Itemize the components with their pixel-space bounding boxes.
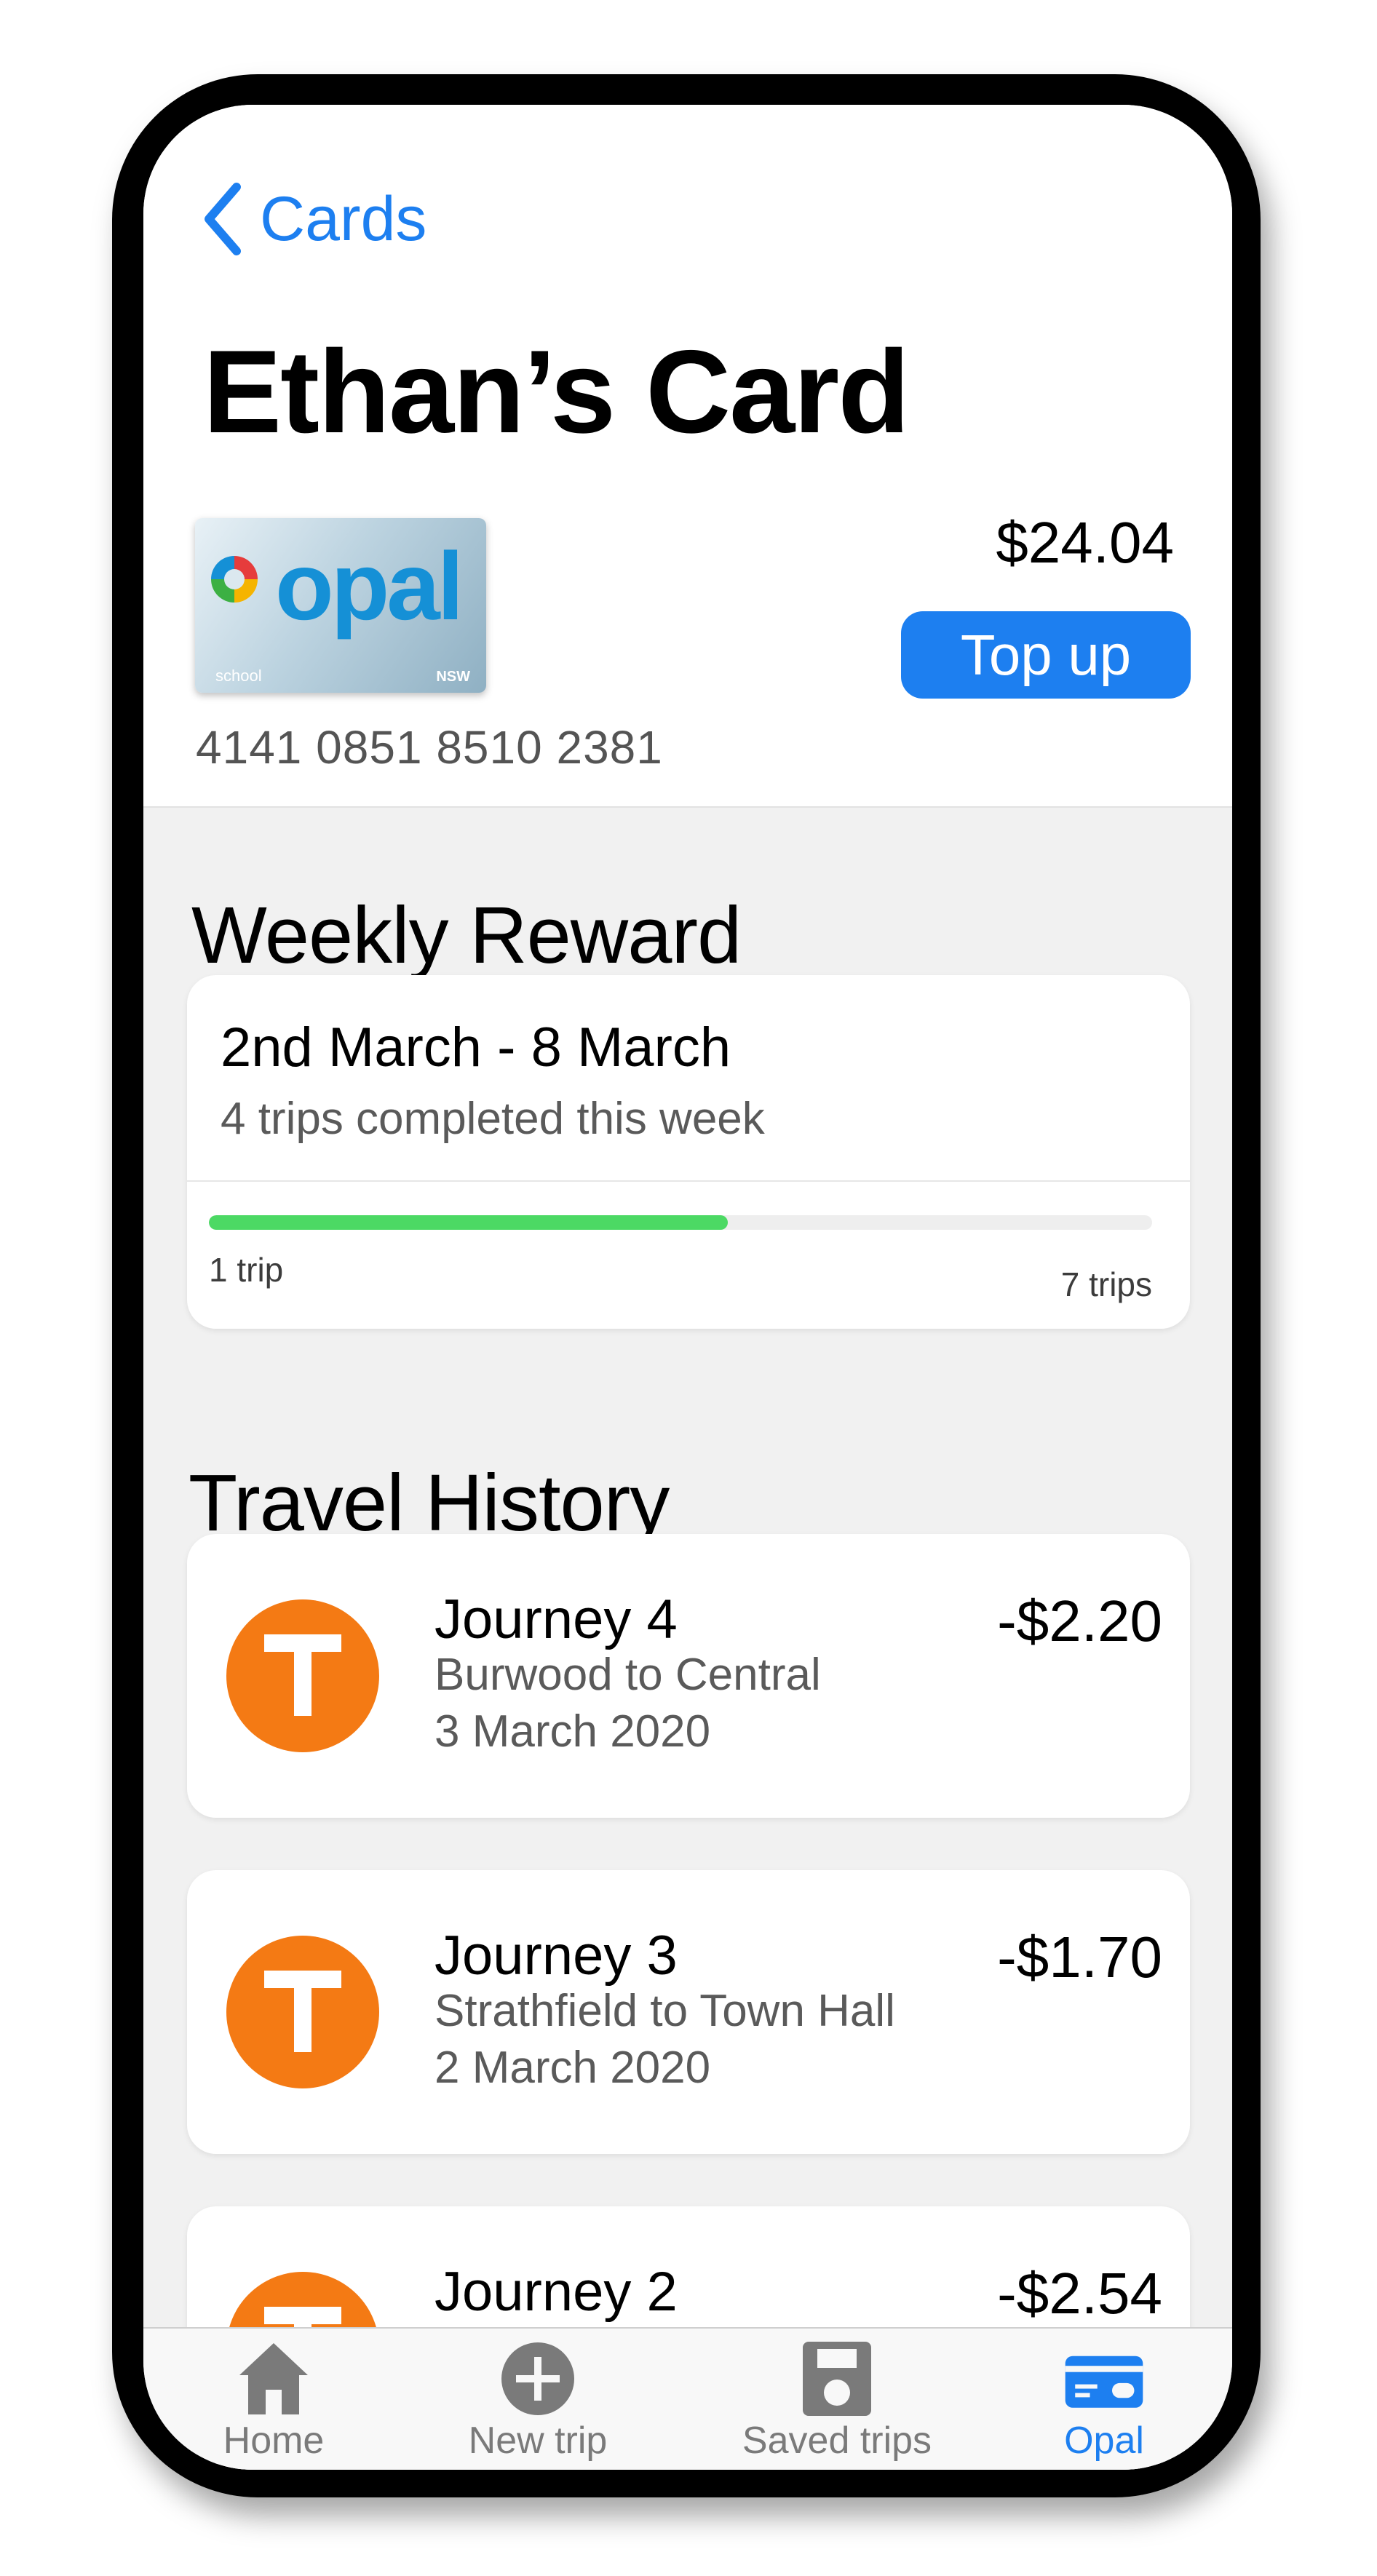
journey-row[interactable]: Journey 3 Strathfield to Town Hall 2 Mar… [187, 1870, 1190, 2154]
reward-progress-bar [209, 1215, 1152, 1230]
journey-route: Burwood to Central [434, 1650, 821, 1700]
reward-date-range: 2nd March - 8 March [221, 1017, 731, 1078]
journey-title: Journey 4 [434, 1589, 678, 1650]
tab-label: Home [223, 2420, 325, 2462]
weekly-reward-card: 2nd March - 8 March 4 trips completed th… [187, 975, 1190, 1329]
journey-amount: -$2.20 [997, 1589, 1162, 1653]
home-icon [239, 2343, 308, 2414]
tab-label: New trip [468, 2420, 608, 2462]
app-screen: Cards Ethan’s Card opal school NSW 4141 … [143, 105, 1232, 2470]
reward-progress-fill [209, 1215, 728, 1230]
journey-amount: -$1.70 [997, 1925, 1162, 1989]
back-label: Cards [260, 183, 427, 254]
nsw-logo: NSW [436, 669, 470, 685]
journey-amount: -$2.54 [997, 2261, 1162, 2326]
train-t-icon [226, 1599, 379, 1752]
journey-date: 2 March 2020 [434, 2043, 711, 2093]
journey-route: Strathfield to Town Hall [434, 1986, 895, 2036]
tab-new-trip[interactable]: New trip [429, 2334, 647, 2465]
tab-home[interactable]: Home [164, 2334, 383, 2465]
tab-label: Opal [1064, 2420, 1144, 2462]
progress-max-label: 7 trips [1060, 1265, 1152, 1303]
journey-title: Journey 2 [434, 2261, 678, 2323]
journey-date: 3 March 2020 [434, 1706, 711, 1757]
page-title: Ethan’s Card [203, 326, 910, 458]
weekly-reward-heading: Weekly Reward [191, 891, 742, 980]
card-type-label: school [215, 667, 262, 685]
plus-circle-icon [501, 2342, 574, 2415]
card-balance: $24.04 [996, 510, 1174, 575]
tab-saved-trips[interactable]: Saved trips [728, 2334, 946, 2465]
opal-logo-text: opal [275, 533, 464, 640]
tab-opal[interactable]: Opal [995, 2334, 1213, 2465]
tab-label: Saved trips [742, 2420, 932, 2462]
divider [187, 1180, 1190, 1182]
floppy-disk-icon [803, 2342, 871, 2416]
chevron-left-icon [205, 183, 241, 255]
opal-card-image: opal school NSW [195, 518, 486, 693]
tab-bar: Home New trip Saved trips Opal [143, 2327, 1232, 2470]
top-up-button[interactable]: Top up [901, 611, 1191, 699]
opal-logo-ring-icon [211, 556, 258, 603]
card-icon [1065, 2356, 1143, 2408]
train-t-icon [226, 1936, 379, 2088]
card-header: Cards Ethan’s Card opal school NSW 4141 … [143, 105, 1232, 808]
reward-summary: 4 trips completed this week [221, 1094, 765, 1144]
journey-row[interactable]: Journey 4 Burwood to Central 3 March 202… [187, 1534, 1190, 1818]
card-number: 4141 0851 8510 2381 [196, 721, 663, 774]
progress-min-label: 1 trip [209, 1251, 284, 1289]
back-button[interactable]: Cards [200, 179, 426, 259]
journey-title: Journey 3 [434, 1925, 678, 1987]
